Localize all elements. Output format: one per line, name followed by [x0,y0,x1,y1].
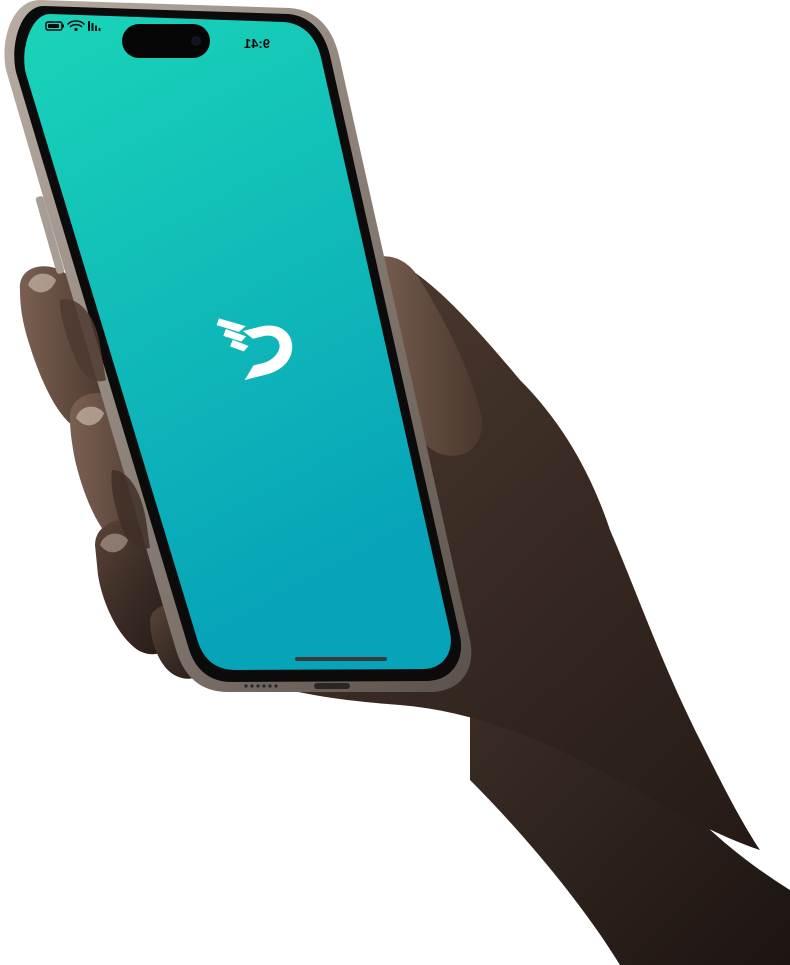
home-indicator [295,657,387,661]
front-camera-icon [191,36,201,46]
mockup-illustration: 9:41 [4,0,790,965]
product-mockup-scene: 9:41 [0,0,790,965]
status-time: 9:41 [244,36,270,51]
charging-port [314,683,350,689]
